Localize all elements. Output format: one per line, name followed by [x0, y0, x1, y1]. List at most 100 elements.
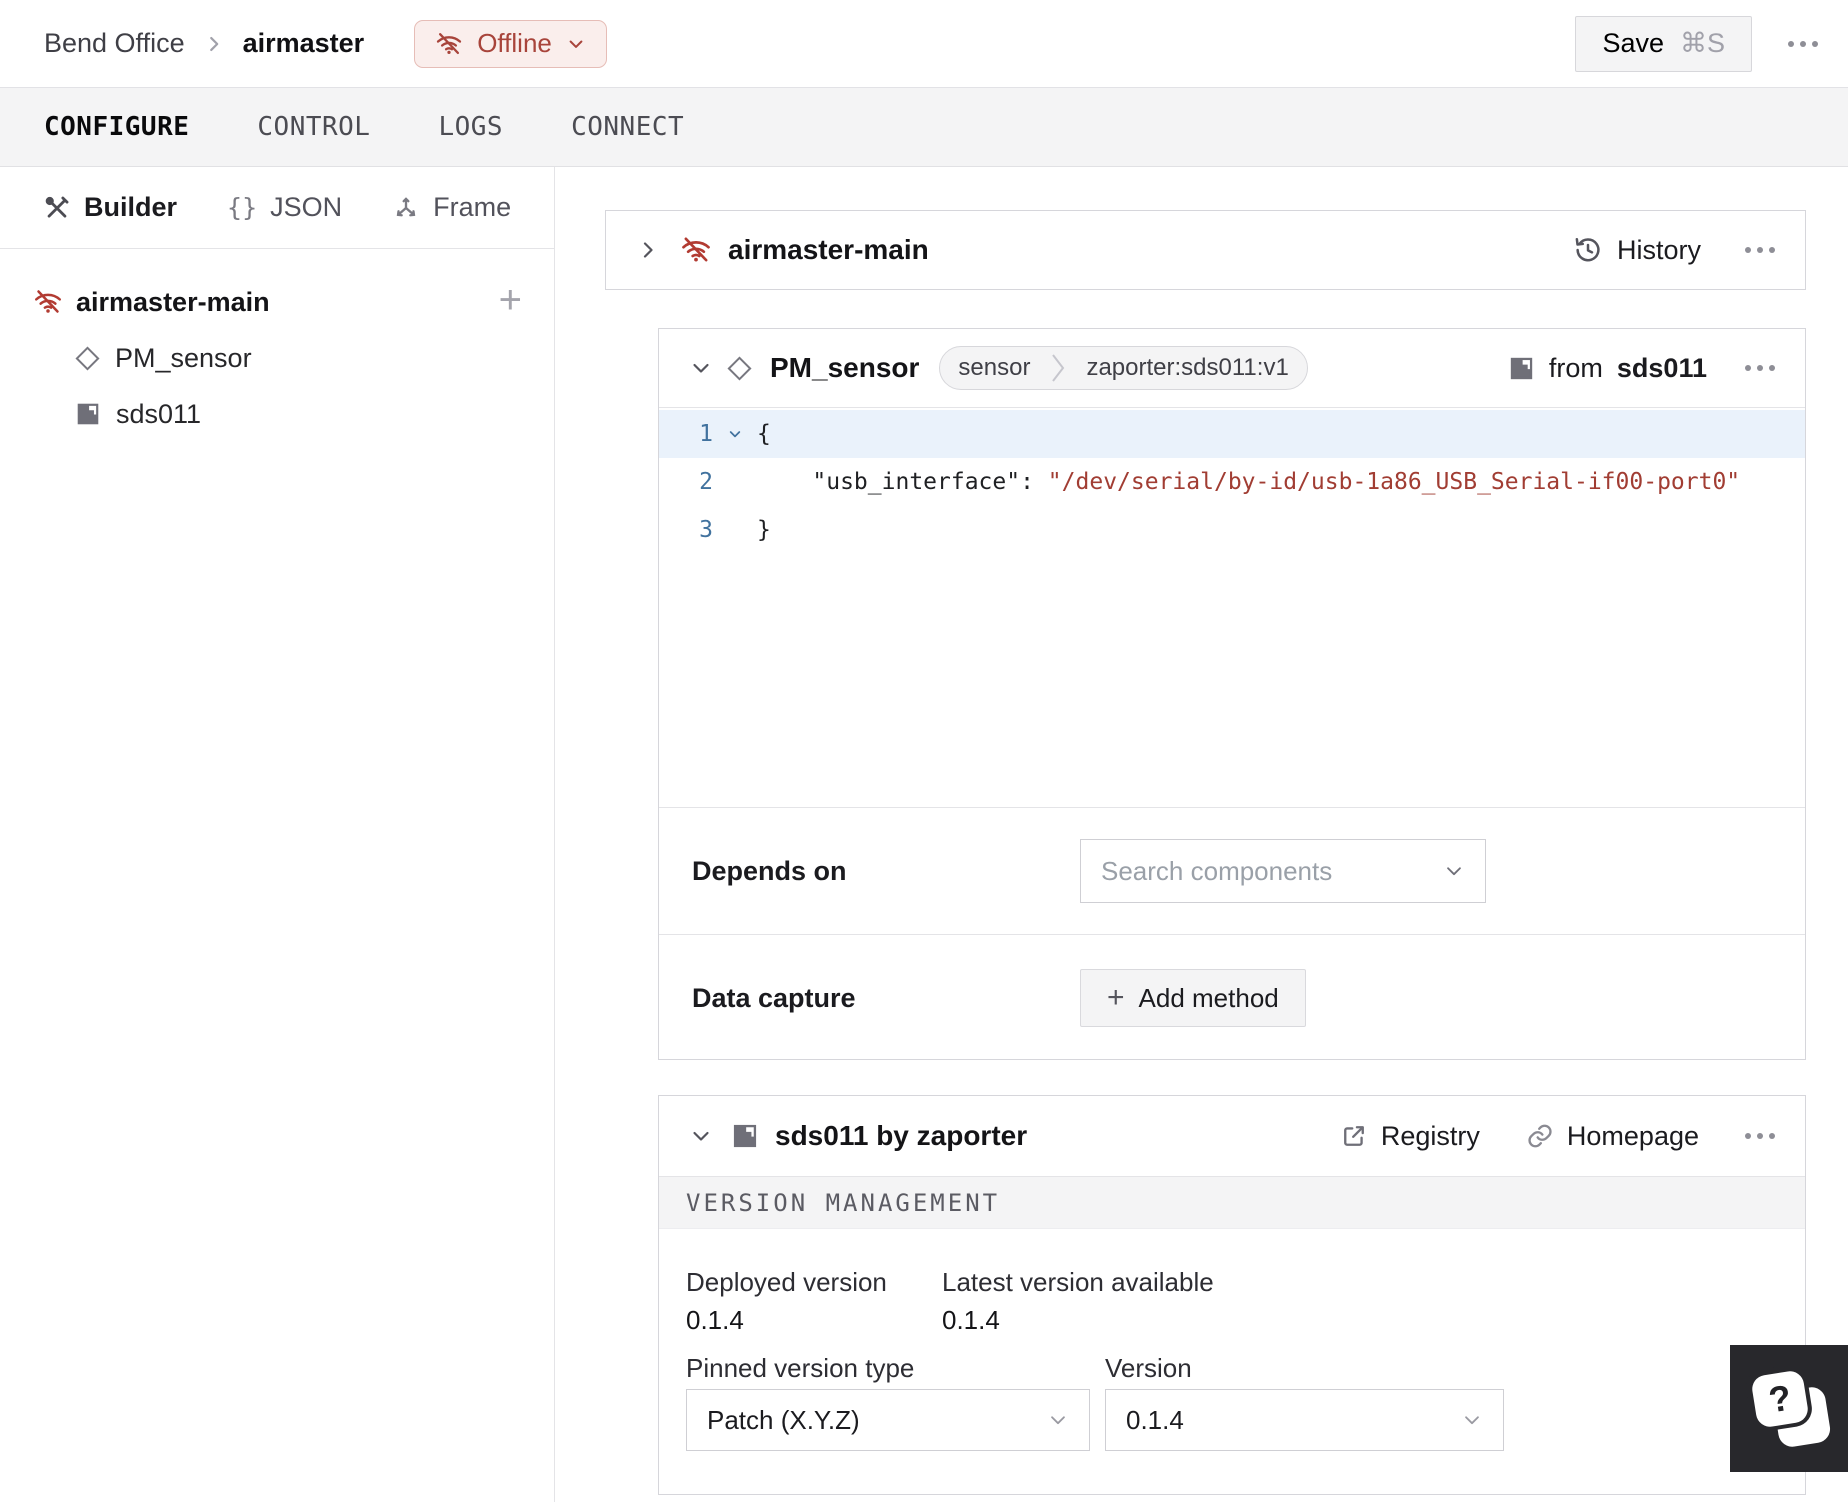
registry-link[interactable]: Registry — [1340, 1121, 1480, 1152]
wifi-off-icon — [435, 30, 463, 58]
module-card-header: sds011 by zaporter Registry Homepage — [659, 1096, 1805, 1177]
homepage-link[interactable]: Homepage — [1526, 1121, 1699, 1152]
mode-json[interactable]: {} JSON — [227, 192, 342, 223]
module-card-sds011: sds011 by zaporter Registry Homepage VER… — [658, 1095, 1806, 1495]
part-card-airmaster-main: airmaster-main History — [605, 210, 1806, 290]
component-diamond-icon — [75, 345, 100, 371]
model-badge-label: zaporter:sds011:v1 — [1086, 354, 1289, 381]
save-shortcut: ⌘S — [1679, 28, 1725, 58]
tab-configure[interactable]: CONFIGURE — [44, 112, 189, 142]
part-overflow-menu-icon[interactable] — [1745, 247, 1775, 253]
data-capture-label: Data capture — [692, 982, 856, 1013]
view-mode-switcher: Builder {} JSON Frame — [0, 167, 554, 249]
tree-item-pm-sensor[interactable]: PM_sensor — [0, 330, 554, 386]
latest-version-label: Latest version available — [942, 1267, 1214, 1297]
tab-control[interactable]: CONTROL — [257, 112, 370, 142]
chevron-down-icon — [566, 34, 586, 54]
tab-logs[interactable]: LOGS — [438, 112, 503, 142]
component-type-badge: sensor zaporter:sds011:v1 — [939, 346, 1308, 390]
badge-divider-chevron-icon — [1048, 351, 1068, 385]
chevron-right-icon[interactable] — [636, 238, 660, 262]
add-method-label: Add method — [1138, 982, 1279, 1013]
component-card-header: PM_sensor sensor zaporter:sds011:v1 from… — [659, 329, 1805, 408]
status-badge-offline[interactable]: Offline — [414, 19, 607, 68]
breadcrumb-machine: airmaster — [242, 28, 365, 58]
tab-bar: CONFIGURE CONTROL LOGS CONNECT — [0, 88, 1848, 167]
code-text: { — [757, 421, 771, 447]
from-label: from — [1548, 352, 1603, 383]
top-header: Bend Office airmaster Offline Save ⌘S — [0, 0, 1848, 88]
pinned-version-type-select[interactable]: Patch (X.Y.Z) — [686, 1389, 1090, 1451]
component-name: PM_sensor — [770, 352, 920, 383]
chevron-down-icon[interactable] — [689, 1124, 713, 1148]
save-button-label: Save — [1602, 28, 1664, 58]
link-chain-icon — [1526, 1122, 1554, 1150]
wifi-off-icon — [680, 234, 712, 266]
depends-on-section: Depends on Search components — [659, 807, 1805, 934]
homepage-label: Homepage — [1566, 1120, 1699, 1151]
component-diamond-icon — [727, 355, 752, 381]
registry-label: Registry — [1380, 1120, 1480, 1151]
question-mark-icon: ? — [1750, 1369, 1810, 1429]
fold-chevron-icon[interactable] — [713, 426, 757, 442]
external-link-icon — [1340, 1122, 1368, 1150]
frame-axes-icon — [392, 194, 420, 222]
component-overflow-menu-icon[interactable] — [1745, 365, 1775, 371]
version-label: Version — [1105, 1353, 1192, 1383]
mode-frame[interactable]: Frame — [392, 192, 511, 223]
deployed-version-value: 0.1.4 — [686, 1305, 744, 1335]
code-line-2[interactable]: 2 "usb_interface": "/dev/serial/by-id/us… — [659, 458, 1805, 506]
module-links: Registry Homepage — [1340, 1121, 1775, 1152]
module-icon — [1508, 355, 1535, 382]
data-capture-section: Data capture + Add method — [659, 934, 1805, 1061]
add-method-button[interactable]: + Add method — [1080, 969, 1306, 1027]
latest-version-value: 0.1.4 — [942, 1305, 1000, 1335]
header-overflow-menu-icon[interactable] — [1788, 40, 1818, 47]
tree-item-label: sds011 — [116, 398, 202, 429]
depends-on-placeholder: Search components — [1101, 855, 1333, 886]
line-number: 1 — [699, 421, 713, 447]
version-management-section-header: VERSION MANAGEMENT — [659, 1177, 1805, 1229]
pinned-version-type-label: Pinned version type — [686, 1353, 915, 1383]
code-text: } — [757, 517, 771, 543]
history-button[interactable]: History — [1573, 235, 1701, 266]
chevron-right-icon — [203, 33, 225, 55]
deployed-version-label: Deployed version — [686, 1267, 887, 1297]
line-number: 3 — [699, 517, 713, 543]
history-label: History — [1616, 234, 1701, 265]
attributes-code-editor[interactable]: 1 { 2 "usb_interface": "/dev/serial/by-i… — [659, 408, 1805, 807]
module-icon — [731, 1122, 759, 1150]
header-actions: Save ⌘S — [1575, 15, 1848, 72]
tools-icon — [43, 194, 71, 222]
depends-on-select[interactable]: Search components — [1080, 839, 1486, 903]
tab-connect[interactable]: CONNECT — [571, 112, 684, 142]
app-window: Bend Office airmaster Offline Save ⌘S CO… — [0, 0, 1848, 1502]
wifi-off-icon — [33, 287, 63, 317]
mode-frame-label: Frame — [433, 192, 512, 222]
version-management-body: Deployed version Latest version availabl… — [659, 1229, 1805, 1494]
breadcrumb-org[interactable]: Bend Office — [44, 28, 185, 59]
help-button[interactable]: ? — [1730, 1345, 1848, 1472]
chevron-down-icon — [1443, 860, 1465, 882]
tree-item-label: airmaster-main — [76, 286, 270, 317]
pinned-version-type-value: Patch (X.Y.Z) — [707, 1404, 860, 1435]
component-card-pm-sensor: PM_sensor sensor zaporter:sds011:v1 from… — [658, 328, 1806, 1060]
module-icon — [75, 401, 101, 427]
tree-item-airmaster-main[interactable]: airmaster-main + — [0, 274, 554, 330]
code-string-value: "/dev/serial/by-id/usb-1a86_USB_Serial-i… — [1033, 469, 1741, 495]
mode-builder[interactable]: Builder — [43, 192, 177, 223]
breadcrumb: Bend Office airmaster — [44, 28, 364, 59]
version-value: 0.1.4 — [1126, 1404, 1184, 1435]
code-line-1[interactable]: 1 { — [659, 410, 1805, 458]
chevron-down-icon[interactable] — [689, 356, 713, 380]
version-select[interactable]: 0.1.4 — [1105, 1389, 1504, 1451]
save-button[interactable]: Save ⌘S — [1575, 15, 1752, 72]
chevron-down-icon — [1461, 1409, 1483, 1431]
add-component-button[interactable]: + — [499, 280, 522, 320]
code-line-3[interactable]: 3 } — [659, 506, 1805, 554]
mode-builder-label: Builder — [84, 192, 178, 222]
mode-json-label: JSON — [270, 192, 343, 222]
module-overflow-menu-icon[interactable] — [1745, 1133, 1775, 1139]
tree-item-sds011[interactable]: sds011 — [0, 386, 554, 442]
from-module-link[interactable]: from sds011 — [1508, 353, 1707, 384]
